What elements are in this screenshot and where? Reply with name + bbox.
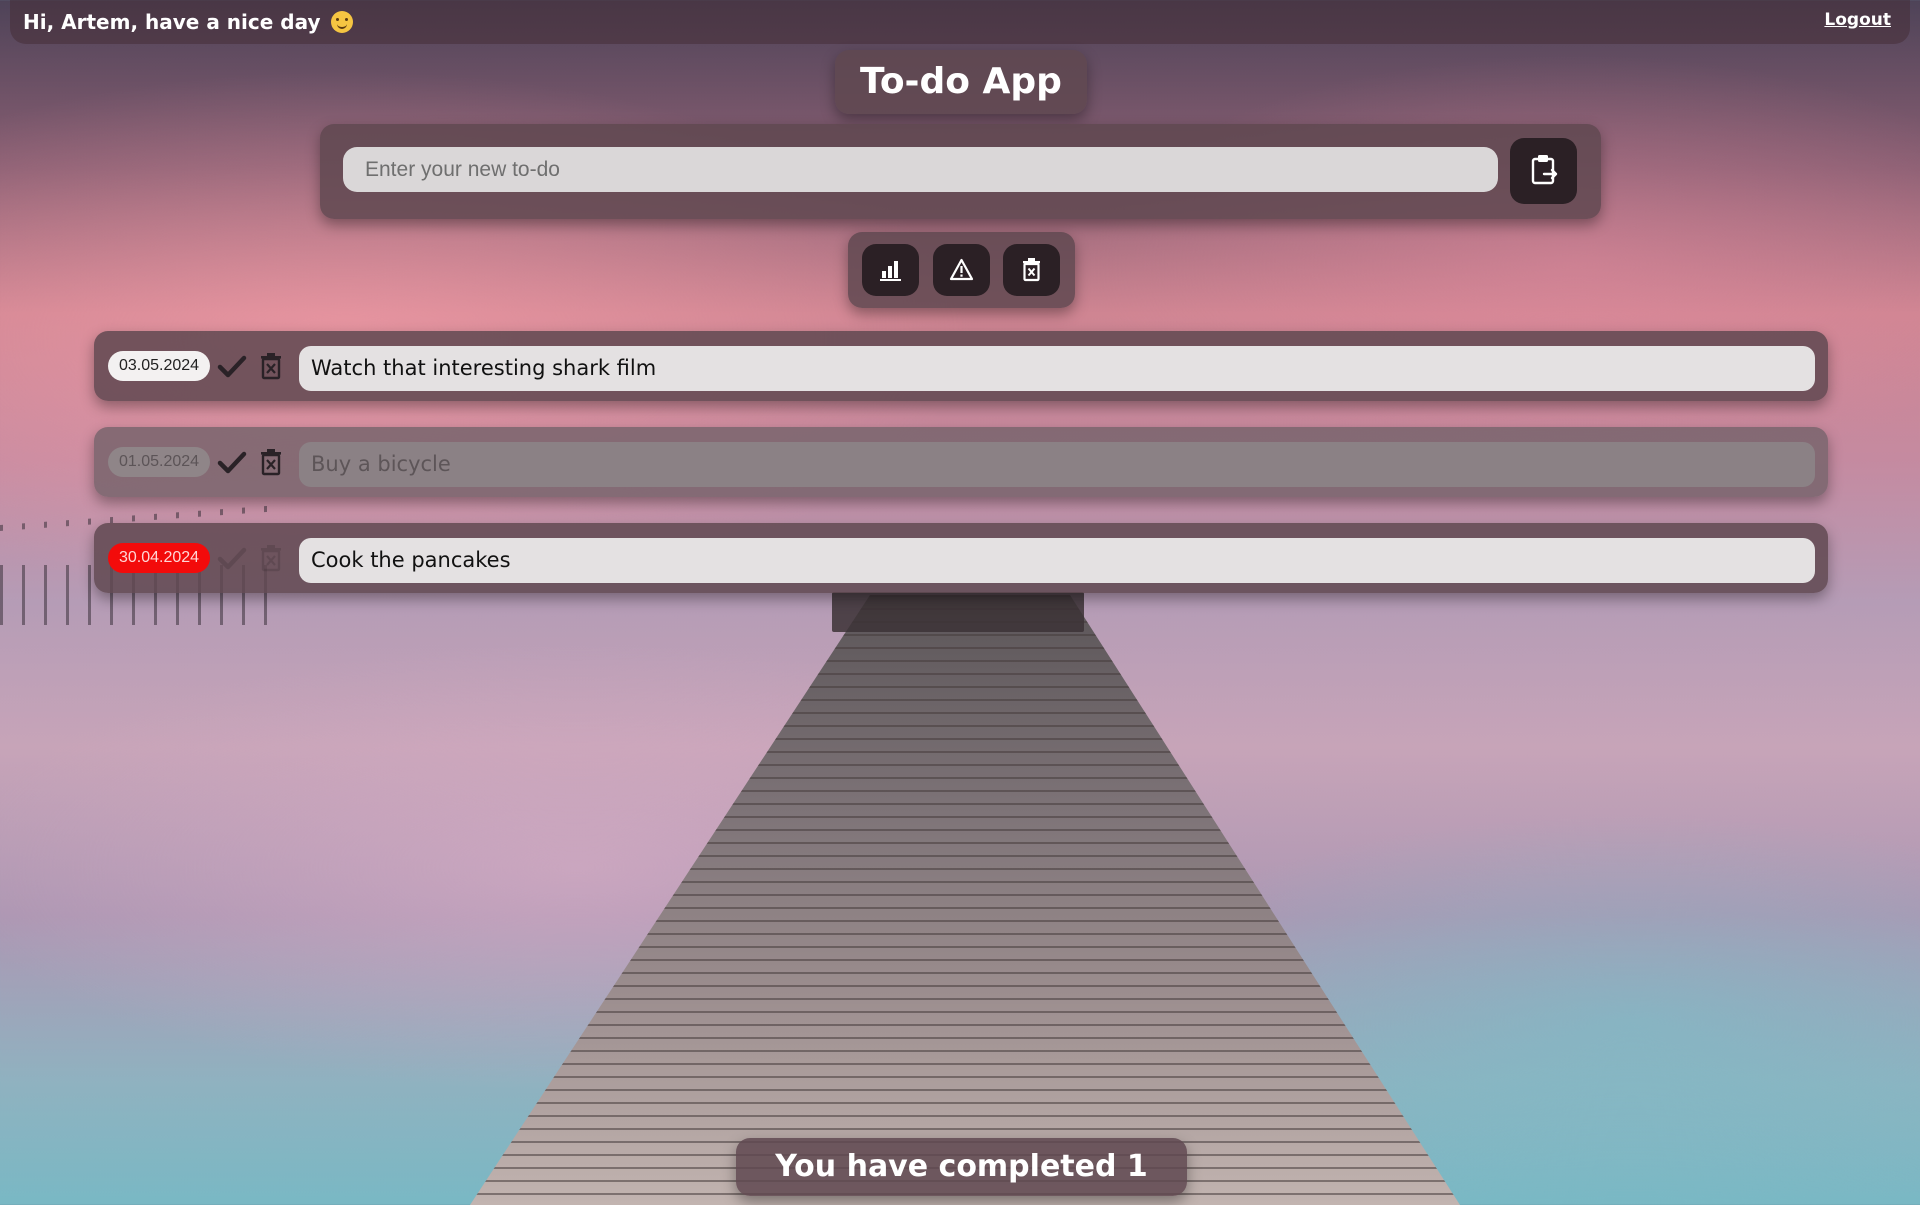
todo-item-overdue: 30.04.2024 Cook the pancakes [94,523,1828,593]
todo-text[interactable]: Buy a bicycle [299,442,1815,487]
new-todo-panel [320,124,1601,219]
warning-triangle-icon [949,258,974,281]
top-bar: Hi, Artem, have a nice day Logout [10,0,1910,44]
todo-date-badge-overdue: 30.04.2024 [108,543,210,573]
pier-head-background [832,592,1084,632]
trash-icon [1023,258,1040,282]
todo-date-badge: 01.05.2024 [108,447,210,477]
delete-todo-icon[interactable] [255,445,287,479]
overdue-filter-button[interactable] [933,244,990,296]
bar-chart-icon [880,261,901,281]
todo-text[interactable]: Cook the pancakes [299,538,1815,583]
completion-summary-box: You have completed 1 todo! [736,1138,1187,1196]
delete-todo-icon[interactable] [255,541,287,575]
todo-date-badge: 03.05.2024 [108,351,210,381]
delete-todo-icon[interactable] [255,349,287,383]
paste-todo-button[interactable] [1510,138,1577,204]
new-todo-input[interactable] [343,147,1498,192]
todo-item: 03.05.2024 Watch that interesting shark … [94,331,1828,401]
logout-link[interactable]: Logout [1824,10,1891,30]
complete-check-icon[interactable] [216,445,248,479]
greeting: Hi, Artem, have a nice day [23,10,354,34]
completion-summary: You have completed 1 todo! [775,1149,1148,1184]
todo-item-completed: 01.05.2024 Buy a bicycle [94,427,1828,497]
toolbar [848,232,1075,308]
complete-check-icon[interactable] [216,349,248,383]
todo-text[interactable]: Watch that interesting shark film [299,346,1815,391]
app-title-box: To-do App [835,50,1087,114]
clipboard-paste-icon [1531,155,1558,185]
pier-background [470,595,1460,1205]
statistics-button[interactable] [862,244,919,296]
complete-check-icon[interactable] [216,541,248,575]
smile-emoji-icon [331,11,354,33]
greeting-text: Hi, Artem, have a nice day [23,10,321,34]
app-title: To-do App [860,61,1062,102]
clear-all-button[interactable] [1003,244,1060,296]
